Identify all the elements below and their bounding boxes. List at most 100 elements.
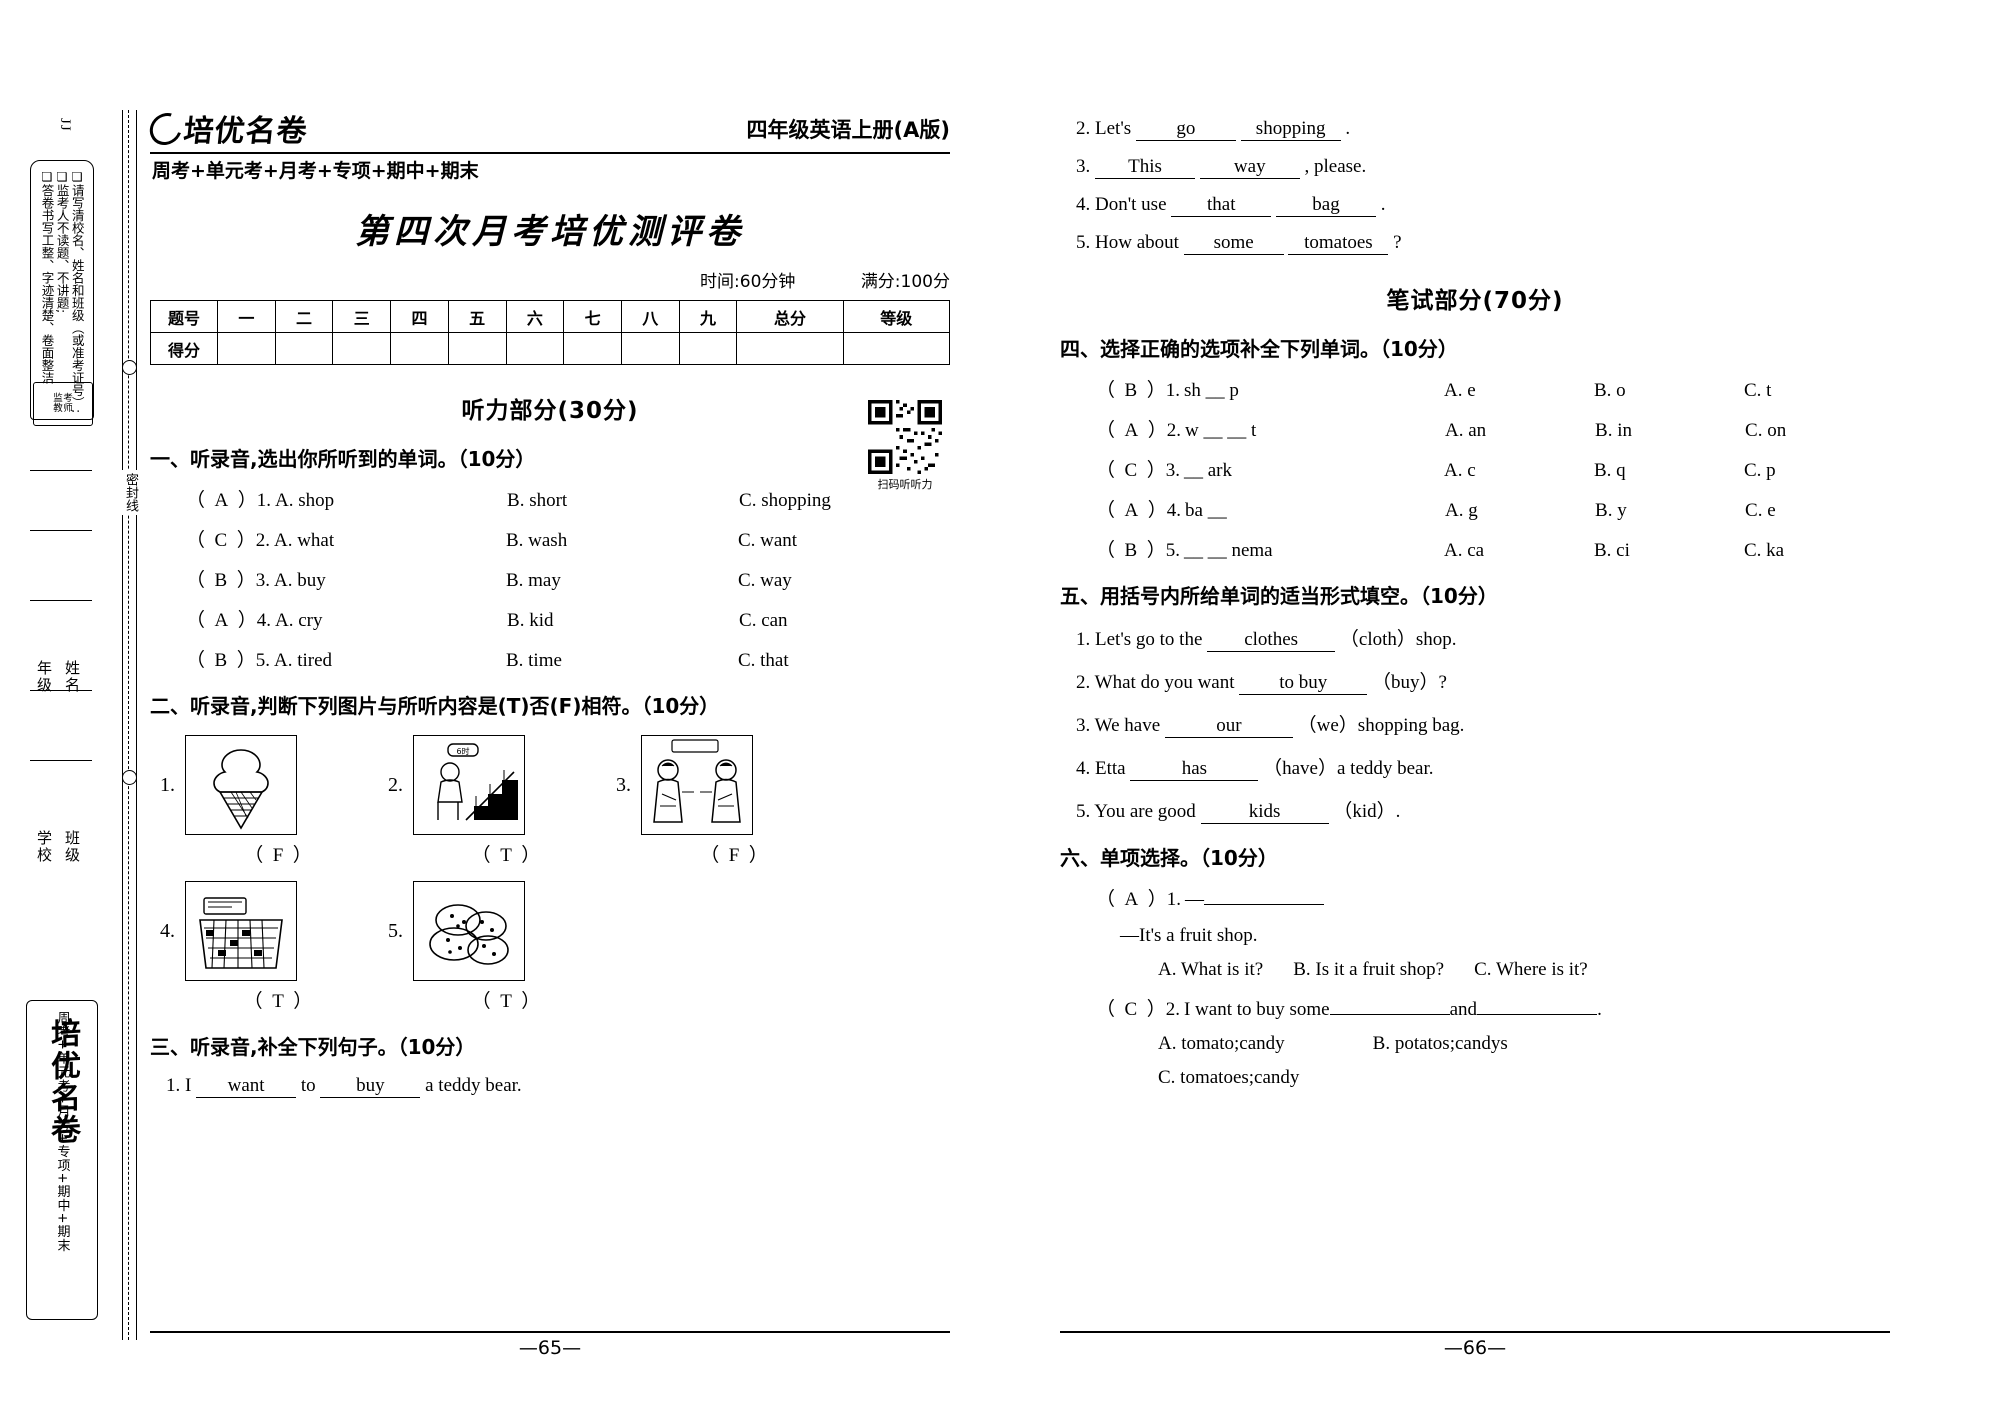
- picture-answer-5[interactable]: （ T ）: [388, 986, 616, 1013]
- option-c[interactable]: C. can: [739, 610, 788, 632]
- option-c[interactable]: C. way: [738, 570, 792, 592]
- answer-bracket[interactable]: （ C ）: [1096, 455, 1166, 482]
- score-cell-1[interactable]: [274, 332, 334, 365]
- score-col-9: 总分: [736, 300, 844, 333]
- option-b[interactable]: B. in: [1595, 420, 1745, 442]
- score-cell-8[interactable]: [678, 332, 738, 365]
- answer-bracket[interactable]: （ B ）: [1096, 535, 1166, 562]
- option-c[interactable]: C. ka: [1744, 540, 1784, 562]
- field-label-name: 姓名: [63, 660, 81, 694]
- option-a[interactable]: A. ca: [1444, 540, 1594, 562]
- answer-bracket[interactable]: （ A ）: [1096, 884, 1167, 911]
- option-a[interactable]: A. c: [1444, 460, 1594, 482]
- option-c[interactable]: C. p: [1744, 460, 1776, 482]
- invigilator-signature-seal: 监考教师: [33, 382, 93, 426]
- option-a[interactable]: A. buy: [274, 570, 506, 592]
- option-a[interactable]: A. an: [1445, 420, 1595, 442]
- option-c[interactable]: C. Where is it?: [1474, 959, 1588, 980]
- answer-bracket[interactable]: （ B ）: [186, 645, 256, 672]
- option-b[interactable]: B. short: [507, 490, 739, 512]
- score-cell-10[interactable]: [842, 332, 951, 365]
- answer-blank[interactable]: to buy: [1239, 672, 1368, 695]
- sentence-post: （buy）?: [1372, 672, 1447, 693]
- option-c[interactable]: C. tomatoes;candy: [1158, 1067, 1299, 1088]
- answer-letter: C: [1124, 999, 1138, 1020]
- blank-1[interactable]: go: [1135, 118, 1236, 141]
- picture-answer-3[interactable]: （ F ）: [616, 840, 844, 867]
- score-col-8: 九: [678, 300, 738, 333]
- answer-blank[interactable]: has: [1130, 758, 1259, 781]
- answer-bracket[interactable]: （ A ）: [1096, 495, 1167, 522]
- score-cell-3[interactable]: [390, 332, 449, 365]
- answer-bracket[interactable]: （ B ）: [186, 565, 256, 592]
- answer-bracket[interactable]: （ A ）: [1096, 415, 1167, 442]
- option-a[interactable]: A. tomato;candy: [1158, 1033, 1285, 1054]
- answer-bracket[interactable]: （ A ）: [186, 605, 257, 632]
- stem-blank-2[interactable]: [1477, 1014, 1598, 1015]
- qr-code-icon[interactable]: [868, 400, 942, 474]
- blank-2[interactable]: bag: [1276, 194, 1377, 217]
- exam-paper-scan: JJ ❏请写清校名、姓名和班级（或准考证号）; ❏监考人不读题、不讲题; ❏答卷…: [0, 0, 2000, 1415]
- answer-bracket[interactable]: （ C ）: [186, 525, 256, 552]
- option-c[interactable]: C. shopping: [739, 490, 831, 512]
- option-b[interactable]: B. o: [1594, 380, 1744, 402]
- option-a[interactable]: A. g: [1445, 500, 1595, 522]
- answer-letter: A: [1124, 420, 1139, 441]
- score-cell-2[interactable]: [332, 332, 392, 365]
- section-3-title: 三、听录音,补全下列句子。（10分）: [150, 1035, 476, 1059]
- picture-answer-1[interactable]: （ F ）: [160, 840, 388, 867]
- answer-blank[interactable]: our: [1164, 715, 1293, 738]
- blank-2[interactable]: tomatoes: [1288, 232, 1389, 255]
- option-c[interactable]: C. e: [1745, 500, 1776, 522]
- score-cell-9[interactable]: [736, 332, 844, 365]
- option-a[interactable]: A. what: [274, 530, 506, 552]
- listening-part-title: 听力部分(30分): [461, 398, 639, 424]
- option-a[interactable]: A. tired: [274, 650, 506, 672]
- q-number: 3.: [255, 570, 270, 591]
- answer-blank[interactable]: clothes: [1207, 629, 1336, 652]
- audio-qr-block[interactable]: 扫码听听力: [868, 400, 942, 492]
- option-b[interactable]: B. potatos;candys: [1373, 1033, 1508, 1054]
- option-b[interactable]: B. time: [506, 650, 738, 672]
- blank-2[interactable]: buy: [320, 1075, 421, 1098]
- stem-blank-1[interactable]: [1329, 1014, 1450, 1015]
- answer-bracket[interactable]: （ A ）: [186, 485, 257, 512]
- option-a[interactable]: A. shop: [275, 490, 507, 512]
- score-cell-4[interactable]: [447, 332, 507, 365]
- written-q5-2: 2. What do you want to buy （buy）?: [1060, 667, 1890, 695]
- answer-blank[interactable]: kids: [1200, 801, 1329, 824]
- blank-1[interactable]: some: [1183, 232, 1284, 255]
- answer-bracket[interactable]: （ B ）: [1096, 375, 1166, 402]
- score-cell-0[interactable]: [217, 332, 276, 365]
- seal-line-dashed: [128, 110, 129, 1340]
- option-c[interactable]: C. that: [738, 650, 789, 672]
- option-a[interactable]: A. cry: [275, 610, 507, 632]
- stem-blank[interactable]: [1204, 904, 1325, 905]
- option-a[interactable]: A. What is it?: [1158, 959, 1263, 980]
- blank-1[interactable]: that: [1171, 194, 1272, 217]
- picture-answer-2[interactable]: （ T ）: [388, 840, 616, 867]
- blank-1[interactable]: want: [196, 1075, 297, 1098]
- blank-1[interactable]: This: [1095, 156, 1195, 179]
- picture-answer-4[interactable]: （ T ）: [160, 986, 388, 1013]
- score-cell-7[interactable]: [620, 332, 680, 365]
- score-row-label-0: 题号: [150, 300, 218, 333]
- option-c[interactable]: C. on: [1745, 420, 1786, 442]
- option-b[interactable]: B. q: [1594, 460, 1744, 482]
- answer-bracket[interactable]: （ C ）: [1096, 994, 1166, 1021]
- option-b[interactable]: B. y: [1595, 500, 1745, 522]
- blank-2[interactable]: shopping: [1240, 118, 1341, 141]
- option-b[interactable]: B. kid: [507, 610, 739, 632]
- option-c[interactable]: C. want: [738, 530, 797, 552]
- option-c[interactable]: C. t: [1744, 380, 1771, 402]
- blank-2[interactable]: way: [1199, 156, 1300, 179]
- option-b[interactable]: B. ci: [1594, 540, 1744, 562]
- score-table-value-row: 得分: [150, 332, 951, 365]
- sentence-mid: to: [300, 1075, 316, 1096]
- option-b[interactable]: B. wash: [506, 530, 738, 552]
- option-b[interactable]: B. Is it a fruit shop?: [1293, 959, 1444, 980]
- option-a[interactable]: A. e: [1444, 380, 1594, 402]
- score-cell-5[interactable]: [505, 332, 565, 365]
- score-cell-6[interactable]: [563, 332, 622, 365]
- option-b[interactable]: B. may: [506, 570, 738, 592]
